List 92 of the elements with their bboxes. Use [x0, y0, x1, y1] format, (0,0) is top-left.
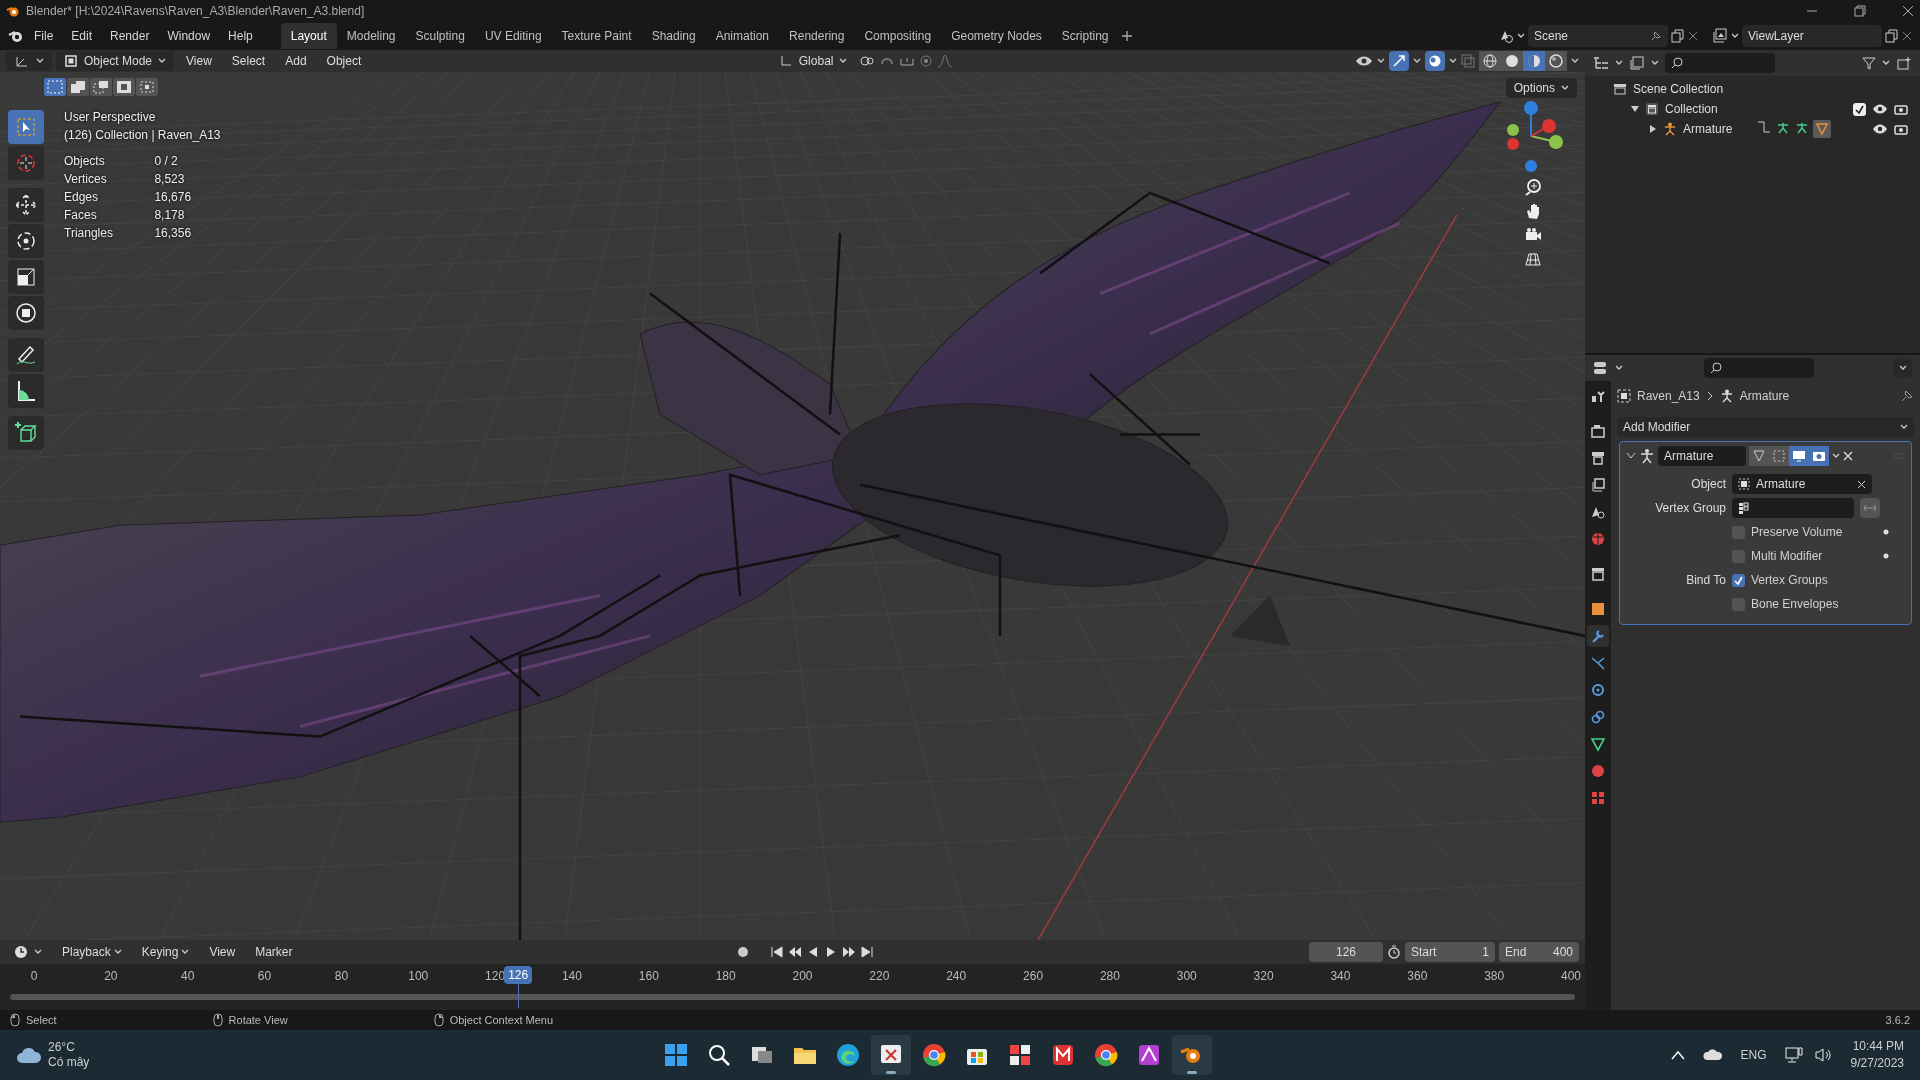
menu-item[interactable]: Edit: [63, 24, 101, 48]
version-number: 3.6.2: [1885, 1012, 1910, 1028]
status-hint: Select: [26, 1012, 57, 1028]
orientation-dropdown[interactable]: Global: [770, 51, 856, 71]
frame-number: 260: [1023, 968, 1044, 985]
end-frame-field[interactable]: End 400: [1499, 942, 1579, 962]
workspace-tab[interactable]: Layout: [280, 23, 337, 49]
frame-number: 200: [792, 968, 813, 985]
checkbox[interactable]: Preserve Volume: [1732, 523, 1877, 541]
language-indicator[interactable]: ENG: [1740, 1046, 1767, 1064]
outliner-item[interactable]: Armature: [1683, 120, 1733, 138]
outliner-item[interactable]: Scene Collection: [1633, 80, 1724, 98]
workspace-tab[interactable]: Texture Paint: [551, 23, 642, 49]
frame-number: 20: [104, 968, 118, 985]
stat-value: 0 / 2: [154, 153, 179, 170]
stat-label: Triangles: [64, 225, 114, 242]
stat-value: 8,178: [154, 207, 186, 224]
workspace-tab[interactable]: Compositing: [854, 23, 942, 49]
frame-number: 140: [561, 968, 582, 985]
clock-time[interactable]: 10:44 PM: [1852, 1038, 1904, 1055]
workspace-tab[interactable]: Sculpting: [405, 23, 475, 49]
status-hint: Rotate View: [228, 1012, 288, 1028]
stat-label: Vertices: [64, 171, 108, 188]
frame-number: 280: [1099, 968, 1120, 985]
stat-label: Objects: [64, 153, 106, 170]
checkbox[interactable]: Multi Modifier: [1732, 547, 1877, 565]
menu-item[interactable]: Playback: [54, 943, 130, 961]
workspace-tab[interactable]: Animation: [705, 23, 780, 49]
menu-item[interactable]: Keying: [133, 943, 198, 961]
field-label: Bind To: [1685, 572, 1726, 589]
status-hint: Object Context Menu: [449, 1012, 554, 1028]
modifier-name-field[interactable]: Armature: [1658, 446, 1746, 466]
clock-date[interactable]: 9/27/2023: [1850, 1055, 1904, 1072]
window-title: Blender* [H:\2024\Ravens\Raven_A3\Blender\Raven_A3.blend]: [26, 3, 365, 20]
stat-label: Edges: [64, 189, 100, 206]
menu-item[interactable]: View: [201, 943, 244, 961]
frame-number: 360: [1407, 968, 1428, 985]
menu-item[interactable]: View: [178, 52, 220, 70]
weather-description: Có mây: [48, 1055, 90, 1070]
playhead[interactable]: 126: [504, 966, 533, 984]
scene-field[interactable]: Scene: [1528, 25, 1668, 47]
menu-item[interactable]: Render: [102, 24, 158, 48]
frame-number: 300: [1176, 968, 1197, 985]
outliner-item[interactable]: Collection: [1665, 100, 1718, 118]
stat-value: 16,676: [154, 189, 193, 206]
menu-item[interactable]: Add: [277, 52, 315, 70]
breadcrumb-item: Raven_A13: [1637, 388, 1700, 405]
weather-temperature: 26°C: [48, 1040, 76, 1055]
frame-number: 180: [715, 968, 736, 985]
mode-dropdown[interactable]: Object Mode: [56, 51, 175, 71]
add-modifier-dropdown[interactable]: Add Modifier: [1617, 417, 1914, 437]
frame-number: 0: [30, 968, 38, 985]
frame-number: 80: [334, 968, 349, 985]
collection-info: (126) Collection | Raven_A13: [64, 127, 221, 144]
stat-label: Faces: [64, 207, 98, 224]
workspace-tab[interactable]: Scripting: [1051, 23, 1119, 49]
frame-number: 240: [946, 968, 967, 985]
frame-number: 100: [408, 968, 429, 985]
field-label: Object: [1690, 476, 1726, 493]
scene-name: Scene: [1534, 28, 1570, 45]
workspace-tab[interactable]: Geometry Nodes: [941, 23, 1052, 49]
menu-item[interactable]: Object: [318, 52, 370, 70]
frame-number: 220: [869, 968, 890, 985]
menu-item[interactable]: Help: [220, 24, 261, 48]
stat-value: 8,523: [154, 171, 186, 188]
frame-number: 400: [1561, 968, 1581, 985]
frame-number: 320: [1253, 968, 1274, 985]
frame-number: 160: [638, 968, 659, 985]
workspace-tab[interactable]: Shading: [641, 23, 706, 49]
frame-number: 40: [181, 968, 195, 985]
start-frame-field[interactable]: Start 1: [1405, 942, 1495, 962]
frame-number: 340: [1330, 968, 1351, 985]
menu-item[interactable]: Select: [223, 52, 274, 70]
menu-item[interactable]: File: [26, 24, 62, 48]
view-name: User Perspective: [64, 109, 157, 126]
field-label: Vertex Group: [1654, 500, 1726, 517]
workspace-tab[interactable]: UV Editing: [474, 23, 552, 49]
view-layer-field[interactable]: ViewLayer: [1742, 25, 1882, 47]
checkbox[interactable]: Bone Envelopes: [1732, 595, 1905, 613]
checkbox[interactable]: Vertex Groups: [1732, 571, 1905, 589]
object-field[interactable]: Armature: [1732, 474, 1872, 494]
workspace-tab[interactable]: Modeling: [336, 23, 406, 49]
menu-item[interactable]: Marker: [247, 943, 301, 961]
view-layer-name: ViewLayer: [1748, 28, 1804, 45]
options-dropdown[interactable]: Options: [1505, 78, 1577, 98]
menu-item[interactable]: Window: [159, 24, 219, 48]
current-frame-field[interactable]: 126: [1309, 942, 1383, 962]
frame-number: 60: [257, 968, 272, 985]
stat-value: 16,356: [154, 225, 193, 242]
frame-number: 380: [1484, 968, 1505, 985]
breadcrumb-item: Armature: [1739, 388, 1790, 405]
workspace-tab[interactable]: Rendering: [779, 23, 855, 49]
